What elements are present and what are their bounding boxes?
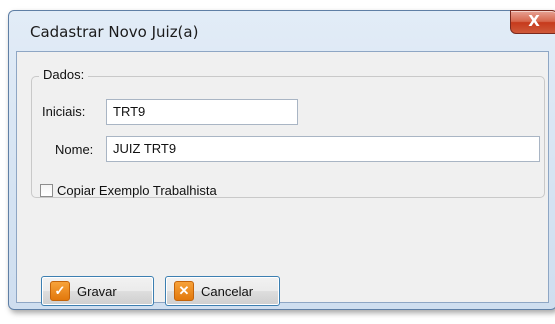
dados-group-title: Dados:: [39, 67, 89, 82]
dialog-window: Cadastrar Novo Juiz(a) X Dados: Iniciais…: [8, 10, 555, 310]
copiar-exemplo-checkbox[interactable]: [40, 183, 53, 197]
cancelar-button[interactable]: ✕ Cancelar: [165, 276, 280, 306]
nome-label: Nome:: [55, 142, 94, 157]
checkmark-icon: ✓: [50, 281, 70, 301]
x-icon: ✕: [174, 281, 194, 301]
window-title: Cadastrar Novo Juiz(a): [30, 23, 199, 41]
close-button[interactable]: X: [510, 10, 555, 34]
cancelar-button-label: Cancelar: [201, 283, 254, 299]
title-bar[interactable]: Cadastrar Novo Juiz(a) X: [9, 10, 555, 51]
gravar-button[interactable]: ✓ Gravar: [41, 276, 154, 306]
gravar-button-label: Gravar: [77, 283, 117, 299]
nome-input[interactable]: JUIZ TRT9: [106, 136, 540, 162]
copiar-exemplo-label[interactable]: Copiar Exemplo Trabalhista: [57, 183, 217, 198]
copiar-exemplo-checkbox-row[interactable]: Copiar Exemplo Trabalhista: [40, 181, 217, 199]
iniciais-label: Iniciais:: [42, 104, 86, 119]
close-icon: X: [528, 12, 540, 30]
iniciais-input[interactable]: TRT9: [106, 99, 298, 125]
dialog-body: Dados: Iniciais: TRT9 Nome: JUIZ TRT9 Co…: [16, 51, 549, 306]
